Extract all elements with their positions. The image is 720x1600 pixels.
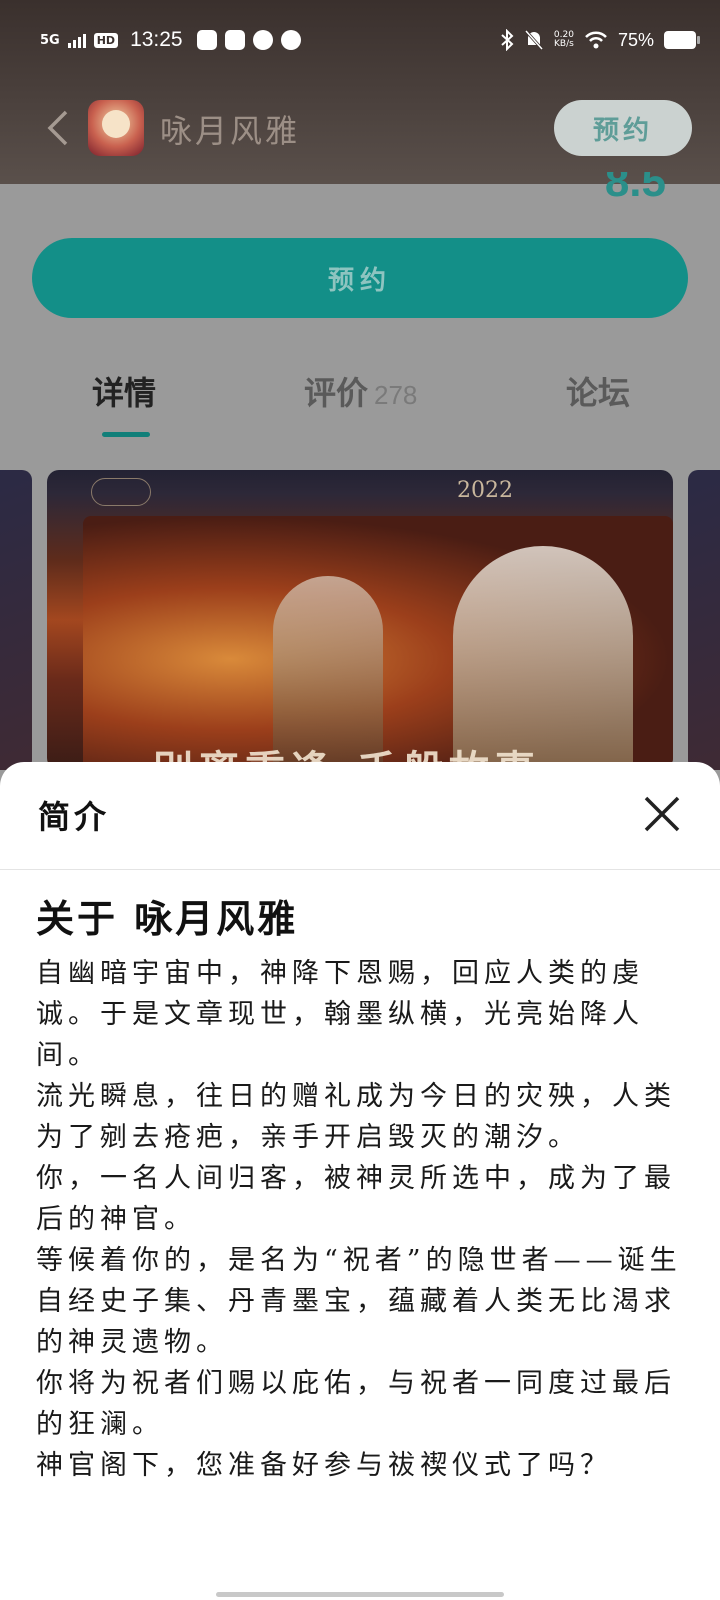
tab-bar: 详情 评价 278 论坛 (0, 368, 720, 438)
app-icon (88, 100, 144, 156)
intro-paragraph: 流光瞬息，往日的赠礼成为今日的灾殃，人类为了剜去疮疤，亲手开启毁灭的潮汐。 (36, 1081, 676, 1153)
game-logo (91, 478, 151, 506)
app-name: 咏月风雅 (160, 112, 301, 150)
clock: 13:25 (130, 28, 183, 51)
network-speed: 0.20 KB/s (554, 31, 574, 49)
intro-paragraph: 神官阁下，您准备好参与祓禊仪式了吗？ (36, 1450, 612, 1481)
tab-forum[interactable]: 论坛 (566, 368, 630, 414)
network-speed-unit: KB/s (554, 39, 574, 49)
wechat-icon (252, 30, 273, 50)
review-count: 278 (374, 380, 418, 410)
notification-app-icon (196, 30, 217, 50)
close-icon[interactable] (640, 792, 684, 836)
tab-details[interactable]: 详情 (92, 368, 156, 414)
tab-reviews[interactable]: 评价 278 (304, 368, 417, 414)
intro-paragraph: 自幽暗宇宙中，神降下恩赐，回应人类的虔诚。于是文章现世，翰墨纵横，光亮始降人间。 (36, 958, 644, 1071)
intro-paragraph: 你将为祝者们赐以庇佑，与祝者一同度过最后的狂澜。 (36, 1368, 676, 1440)
tab-indicator (102, 432, 150, 437)
battery-icon (664, 31, 700, 49)
tab-label: 论坛 (566, 374, 631, 412)
app-header: 咏月风雅 预约 (0, 92, 720, 162)
back-arrow-icon[interactable] (44, 110, 72, 146)
sheet-title: 简介 (38, 798, 111, 836)
tab-label: 详情 (92, 374, 157, 412)
screenshot-artwork: 别离重逢 千般故事 (83, 516, 673, 770)
intro-paragraph: 等候着你的，是名为“祝者”的隐世者——诞生自经史子集、丹青墨宝，蕴藏着人类无比渴… (36, 1245, 682, 1358)
mute-bell-icon (524, 30, 544, 50)
wifi-icon (585, 31, 607, 49)
character-figure (453, 546, 633, 770)
screenshot-next[interactable] (688, 470, 720, 770)
tab-label: 评价 (304, 374, 369, 412)
status-bar: 5G HD 13:25 0.20 KB/s 75% (0, 22, 720, 58)
sheet-body: 关于 咏月风雅 自幽暗宇宙中，神降下恩赐，回应人类的虔诚。于是文章现世，翰墨纵横… (36, 888, 686, 1486)
signal-bars-icon (67, 32, 86, 48)
screenshot-gallery[interactable]: 2022 别离重逢 千般故事 (0, 470, 720, 770)
home-indicator[interactable] (216, 1592, 504, 1597)
screenshot-main[interactable]: 2022 别离重逢 千般故事 (47, 470, 673, 770)
rating-score: 8.5 (604, 172, 666, 202)
screenshot-prev[interactable] (0, 470, 32, 770)
intro-paragraph: 你，一名人间归客，被神灵所选中，成为了最后的神官。 (36, 1163, 676, 1235)
sheet-header: 简介 (0, 762, 720, 870)
hd-icon: HD (93, 32, 119, 48)
signal-label: 5G (40, 32, 60, 48)
about-title: 关于 咏月风雅 (36, 896, 299, 941)
reserve-button[interactable]: 预约 (32, 238, 688, 318)
bluetooth-icon (501, 29, 514, 51)
top-bar: 5G HD 13:25 0.20 KB/s 75% 咏月风雅 预约 (0, 0, 720, 184)
intro-sheet: 简介 关于 咏月风雅 自幽暗宇宙中，神降下恩赐，回应人类的虔诚。于是文章现世，翰… (0, 762, 720, 1600)
notification-app-icon (224, 30, 245, 50)
reserve-button-header[interactable]: 预约 (554, 100, 692, 156)
screenshot-year: 2022 (457, 478, 513, 503)
battery-percent: 75% (617, 29, 654, 50)
message-icon (280, 30, 301, 50)
